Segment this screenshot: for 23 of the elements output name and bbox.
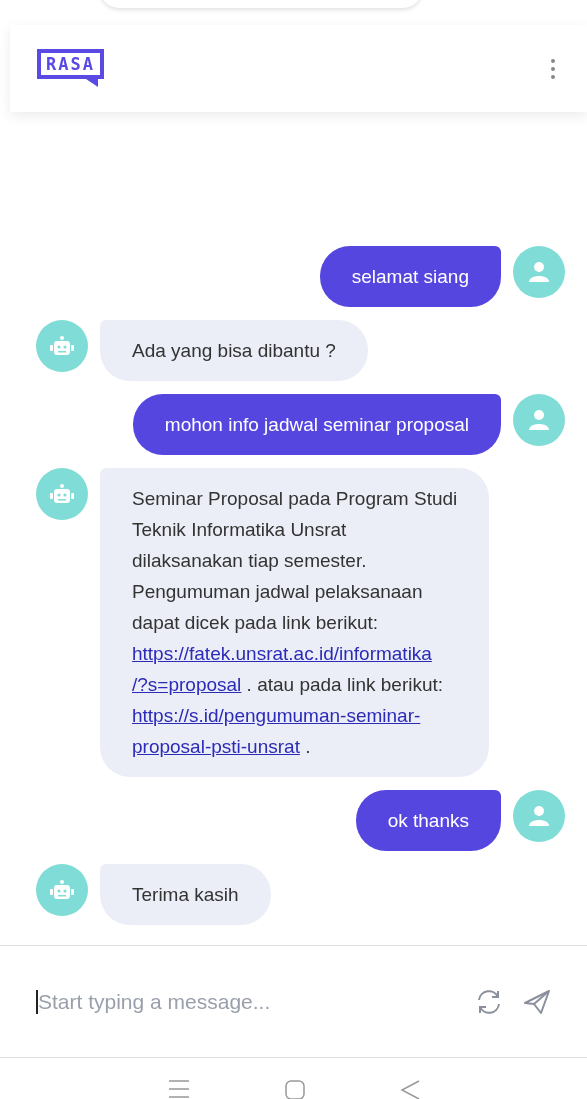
message-bubble: Terima kasih: [100, 864, 271, 925]
person-icon: [528, 409, 550, 431]
send-icon[interactable]: [523, 988, 551, 1015]
message-bubble: selamat siang: [319, 246, 501, 307]
link[interactable]: /?s=proposal: [132, 674, 242, 695]
link[interactable]: proposal-psti-unsrat: [132, 736, 300, 757]
logo: RASA: [37, 48, 104, 89]
link[interactable]: https://fatek.unsrat.ac.id/informatika: [132, 643, 432, 664]
message-bubble: Seminar Proposal pada Program Studi Teknik Informatika Unsrat dilaksanakan tiap semester. Pengumuman jadwal pelaksanaan dapat dicek pada link berikut: https://fatek.unsrat.ac.id/informatika /?s=proposal . atau pada link berikut: https://s.id/pengumuman-seminar- proposal-psti-unsrat .: [100, 468, 490, 777]
robot-icon: [50, 336, 74, 356]
message-bubble: mohon info jadwal seminar proposal: [132, 394, 501, 455]
person-icon: [528, 805, 550, 827]
robot-icon: [50, 880, 74, 900]
back-icon[interactable]: [399, 1080, 420, 1099]
message-bubble: Ada yang bisa dibantu ?: [100, 320, 368, 381]
refresh-icon[interactable]: [475, 988, 503, 1015]
message-input[interactable]: Start typing a message...: [36, 989, 455, 1014]
person-icon: [528, 261, 550, 283]
menu-icon[interactable]: [167, 1080, 190, 1099]
robot-icon: [50, 484, 74, 504]
message-bubble: ok thanks: [355, 790, 501, 851]
link[interactable]: https://s.id/pengumuman-seminar-: [132, 705, 421, 726]
home-icon[interactable]: [284, 1080, 305, 1099]
